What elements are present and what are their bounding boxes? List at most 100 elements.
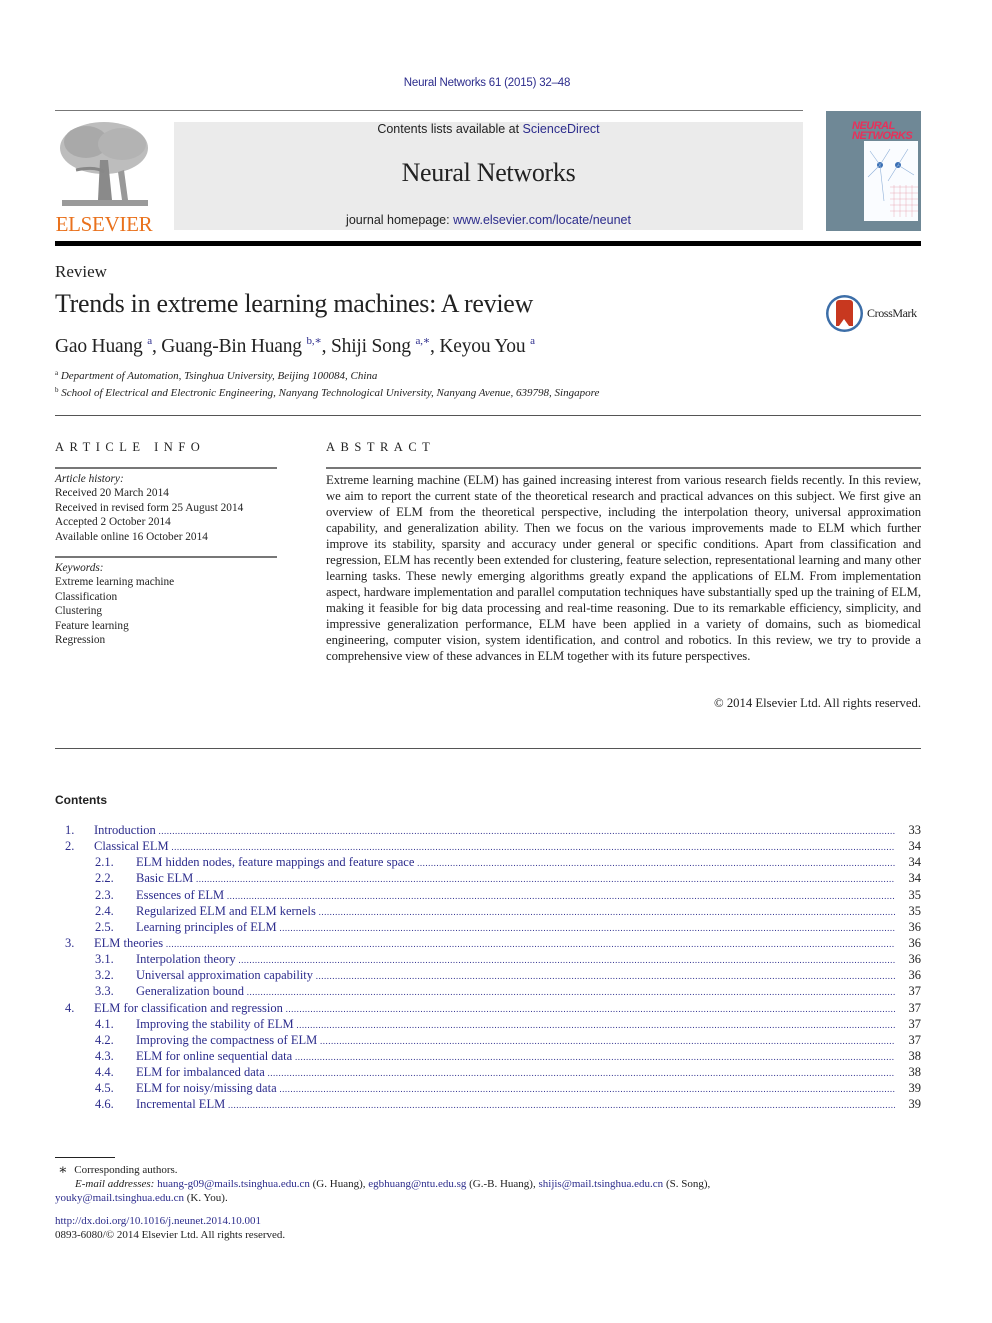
toc-entry-number: 2.	[65, 839, 75, 854]
toc-entry-title-link[interactable]: Essences of ELM	[136, 887, 895, 903]
toc-entry[interactable]: 4.3. ELM for online sequential data 38	[55, 1048, 921, 1064]
email-owner: (K. You).	[186, 1192, 228, 1204]
toc-entry-number: 4.4.	[95, 1065, 114, 1080]
toc-entry[interactable]: 3.3. Generalization bound 37	[55, 983, 921, 999]
toc-entry[interactable]: 4.6. Incremental ELM 39	[55, 1096, 921, 1112]
toc-entry-page: 34	[908, 871, 922, 886]
toc-entry-title-link[interactable]: Improving the compactness of ELM	[136, 1032, 895, 1048]
toc-entry-title-link[interactable]: Incremental ELM	[136, 1096, 895, 1112]
email-link[interactable]: shijis@mail.tsinghua.edu.cn	[538, 1178, 663, 1190]
affiliation-mark: b	[55, 386, 59, 394]
toc-entry-page: 36	[908, 919, 922, 934]
toc-entry-page: 38	[908, 1048, 922, 1063]
front-matter-divider	[55, 748, 921, 749]
toc-entry-title-link[interactable]: Introduction	[94, 822, 895, 838]
citation-link[interactable]: Neural Networks 61 (2015) 32–48	[404, 77, 571, 89]
keywords: Keywords: Extreme learning machine Class…	[55, 561, 277, 647]
author-name: Guang-Bin Huang	[161, 336, 302, 357]
issn-copyright: 0893-6080/© 2014 Elsevier Ltd. All right…	[55, 1229, 286, 1241]
elsevier-tree-icon	[60, 122, 148, 206]
toc-entry[interactable]: 4. ELM for classification and regression 3…	[55, 1000, 921, 1016]
toc-entry-title-link[interactable]: ELM for online sequential data	[136, 1048, 895, 1064]
author-name: Gao Huang	[55, 336, 143, 357]
toc-entry-title-link[interactable]: Universal approximation capability	[136, 967, 895, 983]
toc-entry-number: 3.2.	[95, 968, 114, 983]
toc-entry-number: 2.1.	[95, 855, 114, 870]
author-list: Gao Huang a, Guang-Bin Huang b,∗, Shiji …	[55, 334, 535, 358]
keyword-item: Feature learning	[55, 619, 129, 632]
toc-entry[interactable]: 4.1. Improving the stability of ELM 37	[55, 1016, 921, 1032]
history-item: Accepted 2 October 2014	[55, 516, 171, 529]
toc-entry-title-link[interactable]: ELM theories	[94, 935, 895, 951]
toc-entry[interactable]: 1. Introduction 33	[55, 822, 921, 838]
toc-entry[interactable]: 2.4. Regularized ELM and ELM kernels 35	[55, 903, 921, 919]
toc-entry-page: 36	[908, 952, 922, 967]
toc-entry[interactable]: 2.1. ELM hidden nodes, feature mappings a…	[55, 854, 921, 870]
cover-neuron-illustration-icon	[864, 141, 918, 221]
email-link[interactable]: huang-g09@mails.tsinghua.edu.cn	[157, 1178, 310, 1190]
toc-entry[interactable]: 3.2. Universal approximation capability 36	[55, 967, 921, 983]
toc-entry-title-link[interactable]: Generalization bound	[136, 983, 895, 999]
toc-entry-page: 37	[908, 1016, 922, 1031]
keywords-rule	[55, 556, 277, 558]
toc-entry-title-link[interactable]: Basic ELM	[136, 870, 895, 886]
author-name: Shiji Song	[331, 336, 411, 357]
email-addresses-cont: youky@mail.tsinghua.edu.cn (K. You).	[55, 1191, 228, 1206]
journal-cover-image[interactable]: NEURAL NETWORKS	[826, 111, 921, 231]
affiliation-b: b School of Electrical and Electronic En…	[55, 386, 599, 399]
toc-entry-title-link[interactable]: Classical ELM	[94, 838, 895, 854]
sciencedirect-link[interactable]: ScienceDirect	[523, 122, 600, 136]
toc-entry-title-link[interactable]: Interpolation theory	[136, 951, 895, 967]
toc-entry-number: 4.5.	[95, 1081, 114, 1096]
toc-entry[interactable]: 4.2. Improving the compactness of ELM 37	[55, 1032, 921, 1048]
toc-entry-page: 35	[908, 887, 922, 902]
toc-entry[interactable]: 4.5. ELM for noisy/missing data 39	[55, 1080, 921, 1096]
keyword-item: Classification	[55, 590, 118, 603]
toc-entry-title-link[interactable]: Improving the stability of ELM	[136, 1016, 895, 1032]
author-separator: ,	[151, 336, 162, 357]
toc-entry-page: 37	[908, 1000, 922, 1015]
toc-entry-number: 4.6.	[95, 1097, 114, 1112]
journal-header-box: Contents lists available at ScienceDirec…	[174, 122, 803, 230]
article-history-label: Article history:	[55, 473, 124, 485]
toc-entry-title-link[interactable]: ELM hidden nodes, feature mappings and f…	[136, 854, 895, 870]
homepage-link[interactable]: www.elsevier.com/locate/neunet	[453, 213, 631, 227]
toc-entry-number: 4.1.	[95, 1016, 114, 1031]
toc-entry-page: 39	[908, 1081, 922, 1096]
toc-entry-title-link[interactable]: ELM for classification and regression	[94, 1000, 895, 1016]
email-label: E-mail addresses:	[75, 1178, 155, 1190]
journal-homepage-line: journal homepage: www.elsevier.com/locat…	[174, 213, 803, 227]
keyword-item: Regression	[55, 634, 106, 647]
keywords-label: Keywords:	[55, 562, 104, 574]
toc-entry[interactable]: 2. Classical ELM 34	[55, 838, 921, 854]
crossmark-button[interactable]: CrossMark	[826, 295, 926, 333]
toc-entry-number: 2.4.	[95, 903, 114, 918]
toc-entry-page: 39	[908, 1097, 922, 1112]
toc-entry[interactable]: 2.5. Learning principles of ELM 36	[55, 919, 921, 935]
toc-entry[interactable]: 2.2. Basic ELM 34	[55, 870, 921, 886]
author-affiliation-mark[interactable]: a,∗	[416, 335, 431, 347]
toc-entry-title-link[interactable]: Regularized ELM and ELM kernels	[136, 903, 895, 919]
history-item: Received 20 March 2014	[55, 487, 169, 500]
email-link[interactable]: egbhuang@ntu.edu.sg	[368, 1178, 466, 1190]
toc-entry-title-link[interactable]: ELM for noisy/missing data	[136, 1080, 895, 1096]
homepage-prefix: journal homepage:	[346, 213, 454, 227]
author-affiliation-mark[interactable]: b,∗	[307, 335, 322, 347]
elsevier-logo[interactable]: ELSEVIER	[54, 120, 154, 236]
journal-citation[interactable]: Neural Networks 61 (2015) 32–48	[0, 77, 974, 89]
contents-heading: Contents	[55, 793, 107, 807]
toc-entry[interactable]: 3. ELM theories 36	[55, 935, 921, 951]
toc-entry[interactable]: 3.1. Interpolation theory 36	[55, 951, 921, 967]
toc-entry-page: 36	[908, 935, 922, 950]
toc-entry[interactable]: 2.3. Essences of ELM 35	[55, 887, 921, 903]
email-link[interactable]: youky@mail.tsinghua.edu.cn	[55, 1192, 184, 1204]
article-title: Trends in extreme learning machines: A r…	[55, 289, 533, 318]
table-of-contents: 1. Introduction 33 2. Classical ELM 34 2.1. ELM…	[55, 822, 921, 1113]
toc-entry-title-link[interactable]: Learning principles of ELM	[136, 919, 895, 935]
toc-entry-title-link[interactable]: ELM for imbalanced data	[136, 1064, 895, 1080]
toc-entry-page: 34	[908, 855, 922, 870]
toc-entry[interactable]: 4.4. ELM for imbalanced data 38	[55, 1064, 921, 1080]
author-affiliation-mark[interactable]: a	[530, 335, 535, 347]
doi-link[interactable]: http://dx.doi.org/10.1016/j.neunet.2014.…	[55, 1215, 261, 1227]
section-divider	[55, 415, 921, 416]
